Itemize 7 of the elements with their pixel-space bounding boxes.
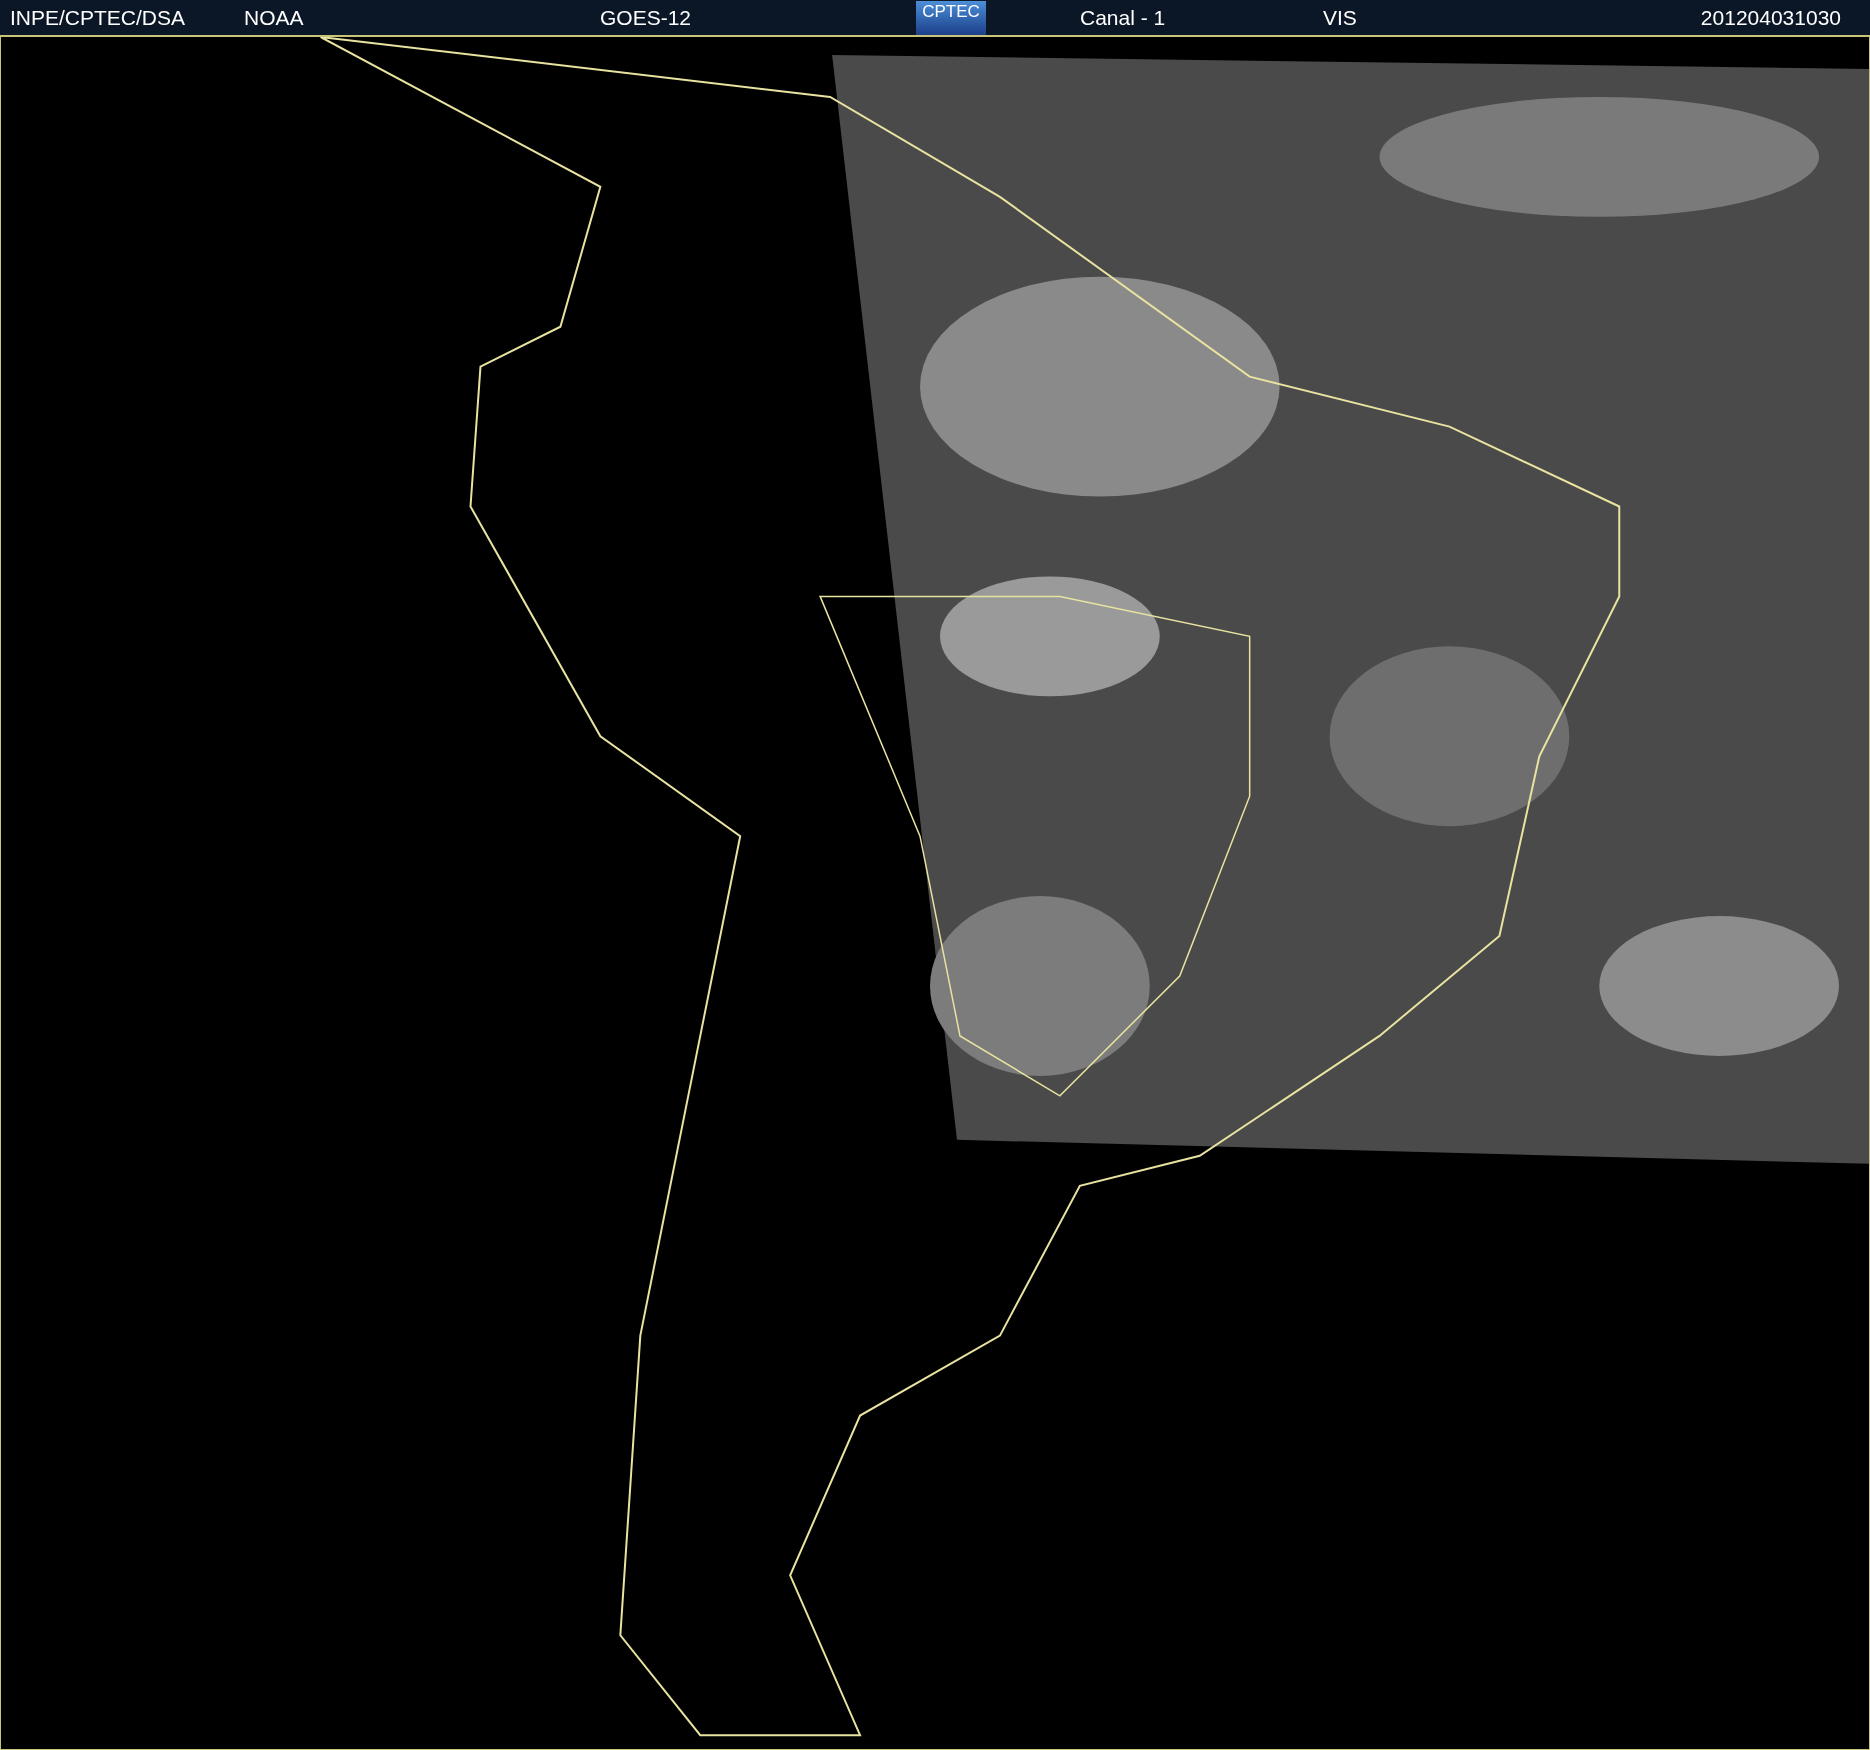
agency-label: INPE/CPTEC/DSA bbox=[10, 4, 186, 31]
band-label: VIS bbox=[1323, 4, 1357, 31]
timestamp-label: 201204031030 bbox=[1700, 4, 1841, 31]
satellite-label: GOES-12 bbox=[600, 4, 692, 31]
logo: CPTEC bbox=[916, 1, 986, 35]
source-label: NOAA bbox=[244, 4, 304, 31]
channel-label: Canal - 1 bbox=[1080, 4, 1166, 31]
